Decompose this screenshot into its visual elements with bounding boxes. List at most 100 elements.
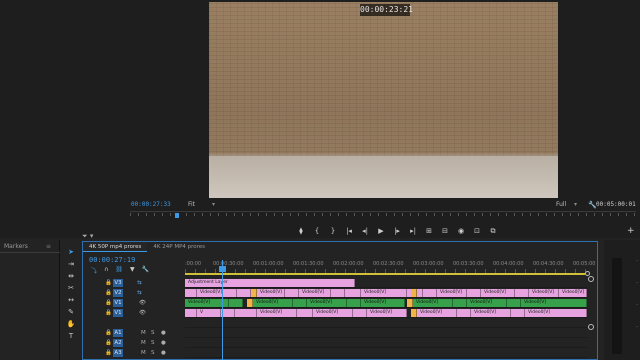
mark-in-button[interactable]: { [311, 225, 323, 237]
video-clip[interactable]: Video0[V] [197, 289, 237, 297]
track-target[interactable]: A3 [113, 349, 123, 357]
video-frame[interactable] [209, 2, 558, 198]
video-clip[interactable] [235, 309, 257, 317]
video-clip[interactable]: Video0[V] [413, 299, 453, 307]
video-clip[interactable] [293, 299, 307, 307]
video-clip[interactable] [285, 289, 299, 297]
timeline-timecode[interactable]: 00:00:27:19 [89, 256, 135, 264]
lock-icon[interactable]: 🔒 [105, 308, 112, 318]
pen-icon[interactable]: ✎ [66, 308, 76, 317]
video-clip[interactable]: V [197, 309, 221, 317]
video-clip[interactable] [515, 289, 529, 297]
lift-button[interactable]: ⊞ [423, 225, 435, 237]
chevron-down-icon[interactable]: ▾ [212, 199, 215, 211]
track-target[interactable]: V1 [113, 309, 123, 317]
playhead-timecode[interactable]: 00:00:27:33 [131, 199, 171, 211]
monitor-playhead[interactable] [175, 213, 179, 218]
video-clip[interactable] [297, 309, 313, 317]
mute-button[interactable]: M [141, 338, 146, 348]
video-clip[interactable] [423, 289, 437, 297]
markers-tab[interactable]: Markers [4, 243, 28, 250]
video-clip[interactable]: Video0[V] [467, 299, 507, 307]
mute-button[interactable]: M [141, 348, 146, 358]
video-clip[interactable]: Video0[V] [253, 299, 293, 307]
extract-button[interactable]: ⊟ [439, 225, 451, 237]
adjustment-layer-clip[interactable]: Adjustment Layer [185, 279, 355, 287]
timeline-playhead[interactable] [222, 260, 223, 360]
play-button[interactable]: ▶ [375, 225, 387, 237]
razor-icon[interactable]: ✂ [66, 284, 76, 293]
video-clip[interactable]: Video0[V] [299, 289, 331, 297]
lock-icon[interactable]: 🔒 [105, 328, 112, 338]
video-clip[interactable]: Video0[V] [361, 299, 405, 307]
slip-icon[interactable]: ↔ [66, 296, 76, 305]
video-clip[interactable]: Video0[V] [481, 289, 515, 297]
track-target[interactable]: V3 [113, 279, 123, 287]
lock-icon[interactable]: 🔒 [105, 338, 112, 348]
video-clip[interactable] [511, 309, 525, 317]
video-clip[interactable]: Video0[V] [525, 309, 587, 317]
zoom-handle-mid[interactable] [588, 324, 594, 330]
video-clip[interactable]: Video0[V] [417, 309, 457, 317]
track-target[interactable]: A2 [113, 339, 123, 347]
mic-icon[interactable]: ● [161, 338, 166, 348]
track-target[interactable]: V2 [113, 289, 123, 297]
add-marker-icon[interactable]: ▼ [130, 266, 135, 275]
add-marker-button[interactable]: ⧫ [295, 225, 307, 237]
type-icon[interactable]: T [66, 332, 76, 341]
step-forward-button[interactable]: |▸ [391, 225, 403, 237]
video-clip[interactable] [185, 289, 197, 297]
panel-menu-icon[interactable]: ≡ [46, 243, 51, 250]
video-clip[interactable] [221, 309, 235, 317]
hand-icon[interactable]: ✋ [66, 320, 76, 329]
resolution-select[interactable]: Full [556, 199, 566, 211]
video-clip[interactable]: Video0[V] [307, 299, 347, 307]
linked-selection-icon[interactable]: ⛓ [115, 266, 123, 275]
video-clip[interactable]: Video0[V] [257, 289, 285, 297]
tab-sequence-1[interactable]: 4K 50P mp4 prores [83, 242, 148, 252]
lock-icon[interactable]: 🔒 [105, 348, 112, 358]
track-select-icon[interactable]: ⇥ [66, 260, 76, 269]
ripple-edit-icon[interactable]: ⇹ [66, 272, 76, 281]
solo-button[interactable]: S [151, 348, 155, 358]
compare-view-button[interactable]: ⊡ [471, 225, 483, 237]
mark-out-button[interactable]: } [327, 225, 339, 237]
video-clip[interactable] [345, 289, 361, 297]
video-clip[interactable]: Video0[V] [257, 309, 297, 317]
video-clip[interactable] [457, 309, 471, 317]
mic-icon[interactable]: ● [161, 328, 166, 338]
eye-icon[interactable]: 👁 [139, 298, 146, 308]
track-target[interactable]: V1 [113, 299, 123, 307]
zoom-fit-select[interactable]: Fit [188, 199, 195, 211]
work-area-bar[interactable] [185, 273, 585, 275]
lock-icon[interactable]: 🔒 [105, 278, 112, 288]
video-clip[interactable]: Video0[V] [313, 309, 353, 317]
video-clip[interactable]: Video0[V] [367, 309, 407, 317]
nest-icon[interactable]: ⤵ [91, 266, 97, 275]
go-to-out-button[interactable]: ▸| [407, 225, 419, 237]
video-clip[interactable]: Video0[V] [471, 309, 511, 317]
solo-button[interactable]: S [151, 328, 155, 338]
video-clip[interactable] [453, 299, 467, 307]
video-clip[interactable]: Video0[V] [521, 299, 587, 307]
snap-icon[interactable]: ∩ [104, 266, 108, 275]
video-clip[interactable]: Video0[V] [361, 289, 407, 297]
video-clip[interactable]: Video0[V] [559, 289, 587, 297]
vr-view-button[interactable]: ⧉ [487, 225, 499, 237]
solo-button[interactable]: S [151, 338, 155, 348]
video-clip[interactable] [185, 309, 197, 317]
video-clip[interactable]: Video0[V] [529, 289, 559, 297]
video-clip[interactable] [331, 289, 345, 297]
video-clip[interactable] [507, 299, 521, 307]
sync-lock-icon[interactable]: ⇆ [137, 278, 142, 288]
video-clip[interactable] [347, 299, 361, 307]
lock-icon[interactable]: 🔒 [105, 288, 112, 298]
lock-icon[interactable]: 🔒 [105, 298, 112, 308]
step-back-button[interactable]: ◂| [359, 225, 371, 237]
video-clip[interactable] [229, 299, 243, 307]
mic-icon[interactable]: ● [161, 348, 166, 358]
video-clip[interactable]: Video0[V] [437, 289, 467, 297]
settings-wrench-icon[interactable]: 🔧 [142, 266, 149, 275]
export-frame-button[interactable]: ◉ [455, 225, 467, 237]
add-button-icon[interactable]: + [627, 226, 635, 236]
